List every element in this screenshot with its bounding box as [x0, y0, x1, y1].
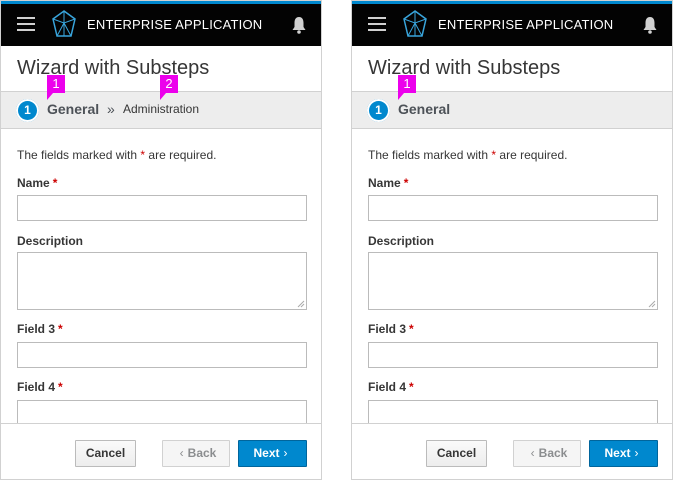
field-label-text: Description: [17, 234, 84, 248]
required-star: *: [491, 148, 497, 162]
field-label-text: Field 3: [368, 322, 407, 336]
cancel-button[interactable]: Cancel: [75, 440, 136, 467]
required-star: *: [58, 380, 63, 394]
chevron-left-icon: ‹: [179, 446, 184, 460]
next-button-label: Next: [604, 446, 631, 460]
field-label-text: Field 4: [17, 380, 56, 394]
required-star: *: [140, 148, 146, 162]
resize-grip-icon[interactable]: [648, 300, 656, 308]
wizard-title: Wizard with Substeps: [17, 57, 210, 79]
field-label-field3: Field 3 *: [17, 322, 63, 336]
required-note: The fields marked with * are required.: [368, 148, 567, 162]
wizard-panel-right: ENTERPRISE APPLICATION Wizard with Subst…: [351, 0, 673, 480]
field-label-description: Description: [17, 234, 83, 248]
next-button-label: Next: [253, 446, 280, 460]
field-label-text: Name: [368, 176, 401, 190]
resize-grip-icon[interactable]: [297, 300, 305, 308]
wizard-title: Wizard with Substeps: [368, 57, 561, 79]
required-note-suffix: are required.: [499, 148, 568, 162]
field-label-field4: Field 4 *: [368, 380, 414, 394]
required-star: *: [409, 322, 414, 336]
field-label-field3: Field 3 *: [368, 322, 414, 336]
chevron-left-icon: ‹: [530, 446, 535, 460]
name-input[interactable]: [17, 195, 307, 221]
field-label-text: Name: [17, 176, 50, 190]
required-star: *: [58, 322, 63, 336]
bell-icon[interactable]: [291, 16, 307, 34]
name-input[interactable]: [368, 195, 658, 221]
callout-marker-2: 2: [160, 75, 178, 100]
cancel-button[interactable]: Cancel: [426, 440, 487, 467]
field3-input[interactable]: [368, 342, 658, 368]
bell-icon[interactable]: [642, 16, 658, 34]
required-note-suffix: are required.: [148, 148, 217, 162]
field-label-field4: Field 4 *: [17, 380, 63, 394]
required-note-prefix: The fields marked with: [368, 148, 489, 162]
required-note: The fields marked with * are required.: [17, 148, 216, 162]
field3-input[interactable]: [17, 342, 307, 368]
back-button-label: Back: [538, 446, 568, 460]
step-separator-icon: »: [107, 101, 115, 117]
hamburger-icon[interactable]: [17, 17, 35, 31]
logo-icon: [403, 10, 427, 37]
required-star: *: [52, 176, 58, 190]
back-button-label: Back: [187, 446, 217, 460]
back-button[interactable]: ‹ Back: [513, 440, 581, 467]
wizard-footer: Cancel ‹ Back Next ›: [352, 423, 672, 479]
masthead: ENTERPRISE APPLICATION: [1, 1, 321, 46]
callout-marker-1: 1: [398, 75, 416, 100]
hamburger-icon[interactable]: [368, 17, 386, 31]
field-label-name: Name *: [17, 176, 57, 190]
field-label-text: Field 4: [368, 380, 407, 394]
next-button[interactable]: Next ›: [238, 440, 307, 467]
step-number-badge[interactable]: 1: [16, 99, 39, 122]
wizard-footer: Cancel ‹ Back Next ›: [1, 423, 321, 479]
required-star: *: [403, 176, 409, 190]
substep-label[interactable]: Administration: [123, 102, 199, 116]
masthead: ENTERPRISE APPLICATION: [352, 1, 672, 46]
description-textarea[interactable]: [17, 252, 307, 310]
app-title: ENTERPRISE APPLICATION: [438, 17, 614, 32]
step-active-label[interactable]: General: [398, 101, 450, 117]
chevron-right-icon: ›: [283, 446, 288, 460]
app-title: ENTERPRISE APPLICATION: [87, 17, 263, 32]
step-number-badge[interactable]: 1: [367, 99, 390, 122]
field-label-text: Field 3: [17, 322, 56, 336]
field-label-description: Description: [368, 234, 434, 248]
logo-icon: [52, 10, 76, 37]
chevron-right-icon: ›: [634, 446, 639, 460]
wizard-panel-left: ENTERPRISE APPLICATION Wizard with Subst…: [0, 0, 322, 480]
description-textarea[interactable]: [368, 252, 658, 310]
field-label-text: Description: [368, 234, 435, 248]
field-label-name: Name *: [368, 176, 408, 190]
required-note-prefix: The fields marked with: [17, 148, 138, 162]
back-button[interactable]: ‹ Back: [162, 440, 230, 467]
next-button[interactable]: Next ›: [589, 440, 658, 467]
step-active-label[interactable]: General: [47, 101, 99, 117]
callout-marker-1: 1: [47, 75, 65, 100]
required-star: *: [409, 380, 414, 394]
